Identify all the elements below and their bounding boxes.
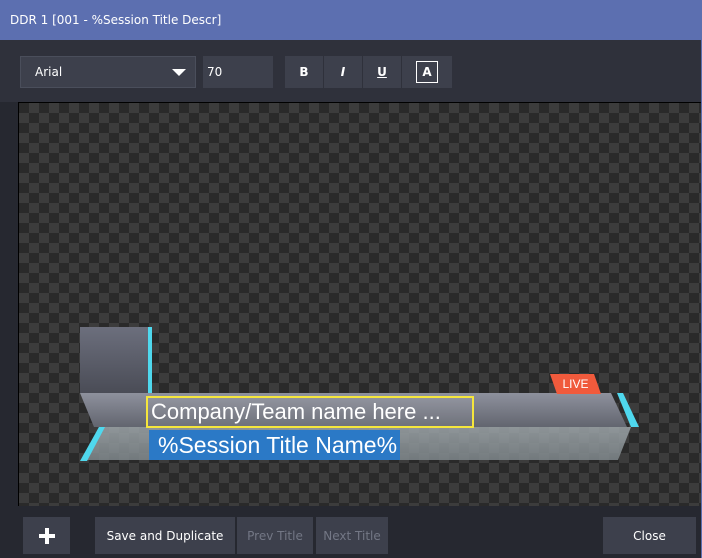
underline-button[interactable]: U	[363, 56, 401, 88]
prev-title-button[interactable]: Prev Title	[237, 517, 313, 554]
graphic-accent-line	[148, 327, 152, 395]
text-color-swatch: A	[416, 61, 438, 83]
format-toolbar: Arial B I U A	[0, 40, 702, 102]
company-name-field[interactable]: Company/Team name here ...	[146, 396, 474, 428]
save-and-duplicate-button[interactable]: Save and Duplicate	[95, 517, 235, 554]
window-title: DDR 1 [001 - %Session Title Descr]	[10, 13, 222, 27]
font-family-value: Arial	[35, 65, 63, 79]
font-size-input[interactable]	[203, 56, 273, 88]
italic-button[interactable]: I	[324, 56, 362, 88]
close-button[interactable]: Close	[603, 517, 696, 554]
window-titlebar[interactable]: DDR 1 [001 - %Session Title Descr]	[0, 0, 702, 40]
next-title-button[interactable]: Next Title	[316, 517, 388, 554]
graphic-block	[80, 327, 150, 393]
text-color-button[interactable]: A	[402, 56, 452, 88]
title-preview-canvas[interactable]: LIVE Company/Team name here ... %Session…	[18, 102, 701, 506]
title-editor-window: DDR 1 [001 - %Session Title Descr] Arial…	[0, 0, 702, 558]
bold-button[interactable]: B	[285, 56, 323, 88]
live-badge: LIVE	[562, 377, 589, 391]
chevron-down-icon[interactable]	[172, 69, 186, 76]
footer-bar: Save and Duplicate Prev Title Next Title…	[0, 506, 702, 558]
text-color-label: A	[422, 65, 432, 79]
session-title-field[interactable]: %Session Title Name%	[149, 430, 401, 460]
add-button[interactable]	[23, 517, 70, 554]
plus-icon	[38, 527, 55, 544]
font-family-dropdown[interactable]: Arial	[20, 56, 196, 88]
